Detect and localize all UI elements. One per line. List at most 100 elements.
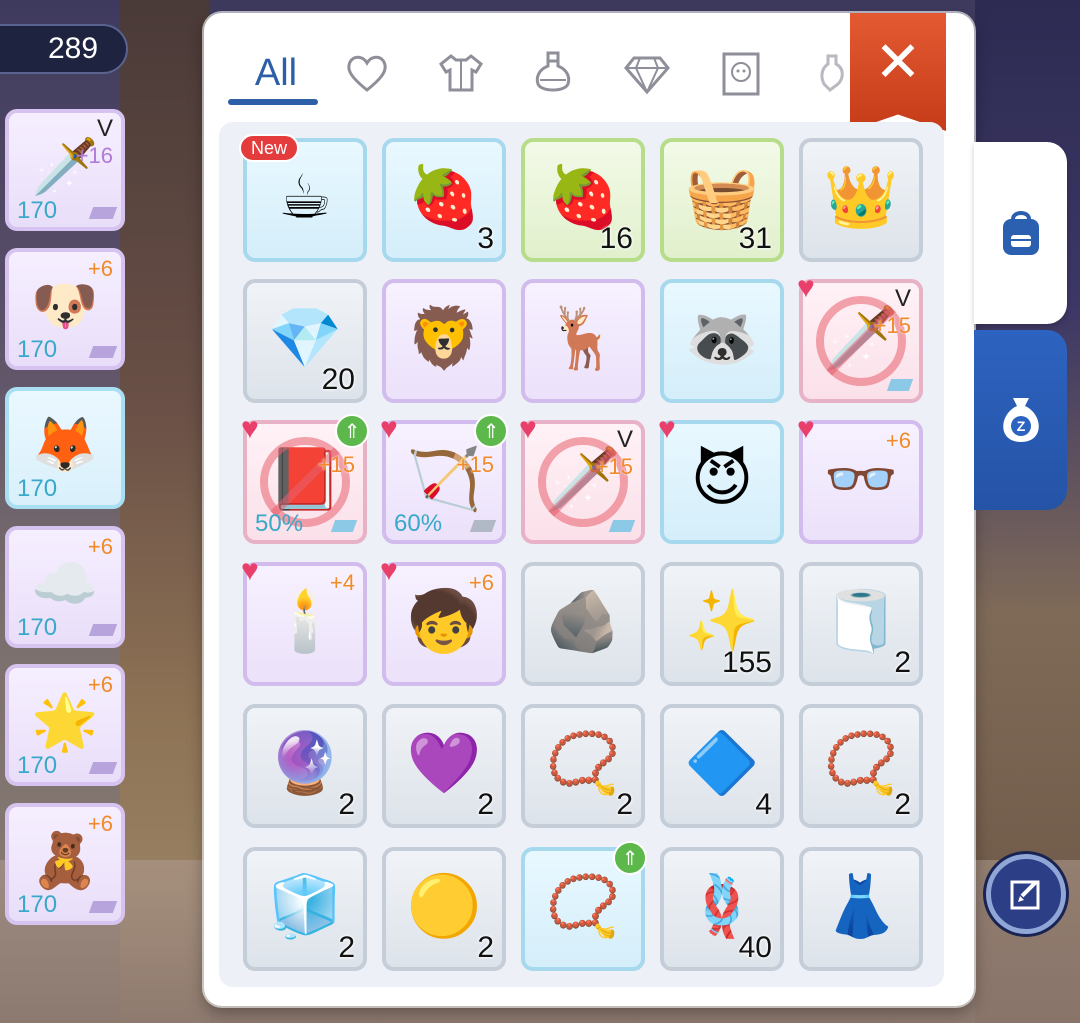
- favorite-heart-icon: ♥: [241, 554, 259, 587]
- inventory-item-silver-pendant[interactable]: 📿 2: [521, 704, 645, 828]
- inventory-item-crossbow[interactable]: 🏹 ♥ ⇑ +15 60%: [380, 414, 508, 544]
- equipment-slot[interactable]: 🦊 170: [5, 387, 125, 509]
- refine-level: +6: [87, 256, 113, 281]
- equipment-art: 🐶: [31, 275, 99, 336]
- favorite-heart-icon: ♥: [241, 412, 259, 445]
- item-art: 🪨: [545, 587, 621, 655]
- tab-bag[interactable]: [974, 142, 1067, 324]
- inventory-item-blocked-sword[interactable]: 🗡️ ♥ V +15: [797, 273, 923, 403]
- inventory-item-blocked-book[interactable]: 📕 ♥ ⇑ +15 50%: [241, 414, 369, 544]
- equipment-slot[interactable]: 🐶 +6 170: [5, 248, 125, 370]
- inventory-item-lion-card[interactable]: 🦁: [382, 279, 506, 403]
- inventory-item-strawberry-basket[interactable]: 🧺 31: [660, 138, 784, 262]
- tab-zeny[interactable]: Z: [974, 330, 1067, 510]
- slot-tag: [608, 520, 636, 532]
- favorite-heart-icon: ♥: [658, 412, 676, 445]
- tab-all[interactable]: All: [232, 43, 320, 103]
- card-icon[interactable]: [706, 43, 776, 103]
- prohibited-icon: [538, 437, 628, 527]
- item-count: 31: [738, 222, 772, 255]
- heart-icon[interactable]: [332, 43, 402, 103]
- backpack-icon: [1002, 211, 1039, 255]
- inventory-item-golden-hat[interactable]: 👑: [799, 138, 923, 262]
- equipment-slot[interactable]: ☁️ +6 170: [5, 526, 125, 648]
- equipped-mark: V: [894, 285, 911, 312]
- money-bag-icon: Z: [1002, 398, 1039, 442]
- inventory-item-ice-crystal[interactable]: 🧊 2: [243, 847, 367, 971]
- favorite-heart-icon: ♥: [519, 412, 537, 445]
- item-art: 🕯️: [267, 587, 343, 655]
- inventory-item-blue-star[interactable]: ✨ 155: [660, 562, 784, 686]
- item-count: 2: [338, 788, 355, 821]
- equipment-slot[interactable]: 🌟 +6 170: [5, 664, 125, 786]
- active-tab-indicator: [228, 99, 318, 105]
- item-art: 🍓: [545, 163, 621, 231]
- armor-icon[interactable]: [426, 43, 496, 103]
- refine-level: +15: [456, 452, 494, 477]
- item-art: 🧺: [684, 163, 760, 231]
- item-count: 2: [477, 788, 494, 821]
- potion-icon[interactable]: [518, 43, 588, 103]
- inventory-item-blocked-sword-2[interactable]: 🗡️ ♥ V +15: [519, 414, 645, 544]
- favorite-heart-icon: ♥: [380, 412, 398, 445]
- refine-level: +6: [468, 570, 494, 595]
- item-art: 🦁: [406, 304, 482, 372]
- favorite-heart-icon: ♥: [797, 412, 815, 445]
- durability-percent: 50%: [255, 510, 304, 537]
- inventory-item-strawberry-wand[interactable]: 🍓 3: [382, 138, 506, 262]
- inventory-item-amethyst[interactable]: 💜 2: [382, 704, 506, 828]
- refine-level: +4: [329, 570, 355, 595]
- item-art: 🦝: [684, 304, 760, 372]
- edit-icon: [1010, 880, 1040, 910]
- inventory-item-raccoon-card[interactable]: 🦝: [660, 279, 784, 403]
- inventory-item-purple-orb[interactable]: 🔮 2: [243, 704, 367, 828]
- item-art: ☕: [278, 163, 332, 231]
- currency-amount: 289: [47, 32, 99, 65]
- inventory-item-deer-card[interactable]: 🦌: [521, 279, 645, 403]
- refine-level: +6: [87, 534, 113, 559]
- item-art: 🧒: [406, 587, 482, 655]
- equipment-level: 170: [17, 614, 58, 641]
- equipment-level: 170: [17, 197, 58, 224]
- equipment-level: 170: [17, 475, 58, 502]
- close-button[interactable]: ✕: [850, 13, 946, 131]
- inventory-item-chandelier[interactable]: 🕯️ ♥ +4: [241, 556, 367, 686]
- item-art: 🪢: [684, 872, 760, 940]
- inventory-item-chibi-doll[interactable]: 🧒 ♥ +6: [380, 556, 506, 686]
- upgrade-arrow-icon: ⇑: [613, 841, 647, 875]
- inventory-item-blue-shard[interactable]: 🔷 4: [660, 704, 784, 828]
- inventory-item-red-horns[interactable]: 😈 ♥: [658, 414, 784, 544]
- inventory-item-strawberry-hat[interactable]: 🍓 16: [521, 138, 645, 262]
- inventory-item-gold-nugget[interactable]: 🟡 2: [382, 847, 506, 971]
- equipment-slot[interactable]: 🗡️ V +16 170: [5, 109, 125, 231]
- slot-tag: [88, 624, 118, 636]
- item-count: 3: [477, 222, 494, 255]
- inventory-item-dark-dust[interactable]: 🪨: [521, 562, 645, 686]
- item-art: 🧊: [267, 872, 343, 940]
- equipment-slot[interactable]: 🧸 +6 170: [5, 803, 125, 925]
- item-art: 🦌: [545, 304, 621, 372]
- gem-icon[interactable]: [612, 43, 682, 103]
- item-count: 2: [894, 788, 911, 821]
- inventory-item-gem-necklace[interactable]: 📿 ⇑: [521, 841, 647, 971]
- item-art: 📿: [545, 872, 621, 940]
- equipment-art: 🧸: [31, 830, 99, 891]
- inventory-item-pink-crystal[interactable]: 💎 20: [243, 279, 367, 403]
- item-art: 🔷: [684, 729, 760, 797]
- inventory-item-strawberry-cup[interactable]: ☕ New: [239, 134, 367, 262]
- category-tabs: All: [204, 13, 854, 123]
- item-art: 🍓: [406, 163, 482, 231]
- inventory-item-rope[interactable]: 🪢 40: [660, 847, 784, 971]
- inventory-item-cloth-scrap[interactable]: 🧻 2: [799, 562, 923, 686]
- item-art: 👓: [823, 445, 899, 513]
- inventory-item-star-glasses[interactable]: 👓 ♥ +6: [797, 414, 923, 544]
- item-art: 🔮: [267, 729, 343, 797]
- edit-button[interactable]: [986, 854, 1066, 934]
- inventory-item-jewel-necklace[interactable]: 📿 2: [799, 704, 923, 828]
- inventory-grid: ☕ New 🍓 3 🍓 16 🧺 31 👑 💎 20 🦁 🦌 🦝 🗡️ ♥ V +15 📕 ♥ ⇑ +15 50% 🏹 ♥ ⇑ +1…: [219, 122, 944, 987]
- item-count: 2: [477, 931, 494, 964]
- inventory-item-red-dress[interactable]: 👗: [799, 847, 923, 971]
- upgrade-arrow-icon: ⇑: [474, 414, 508, 448]
- slot-tag: [88, 901, 118, 913]
- slot-tag: [469, 520, 497, 532]
